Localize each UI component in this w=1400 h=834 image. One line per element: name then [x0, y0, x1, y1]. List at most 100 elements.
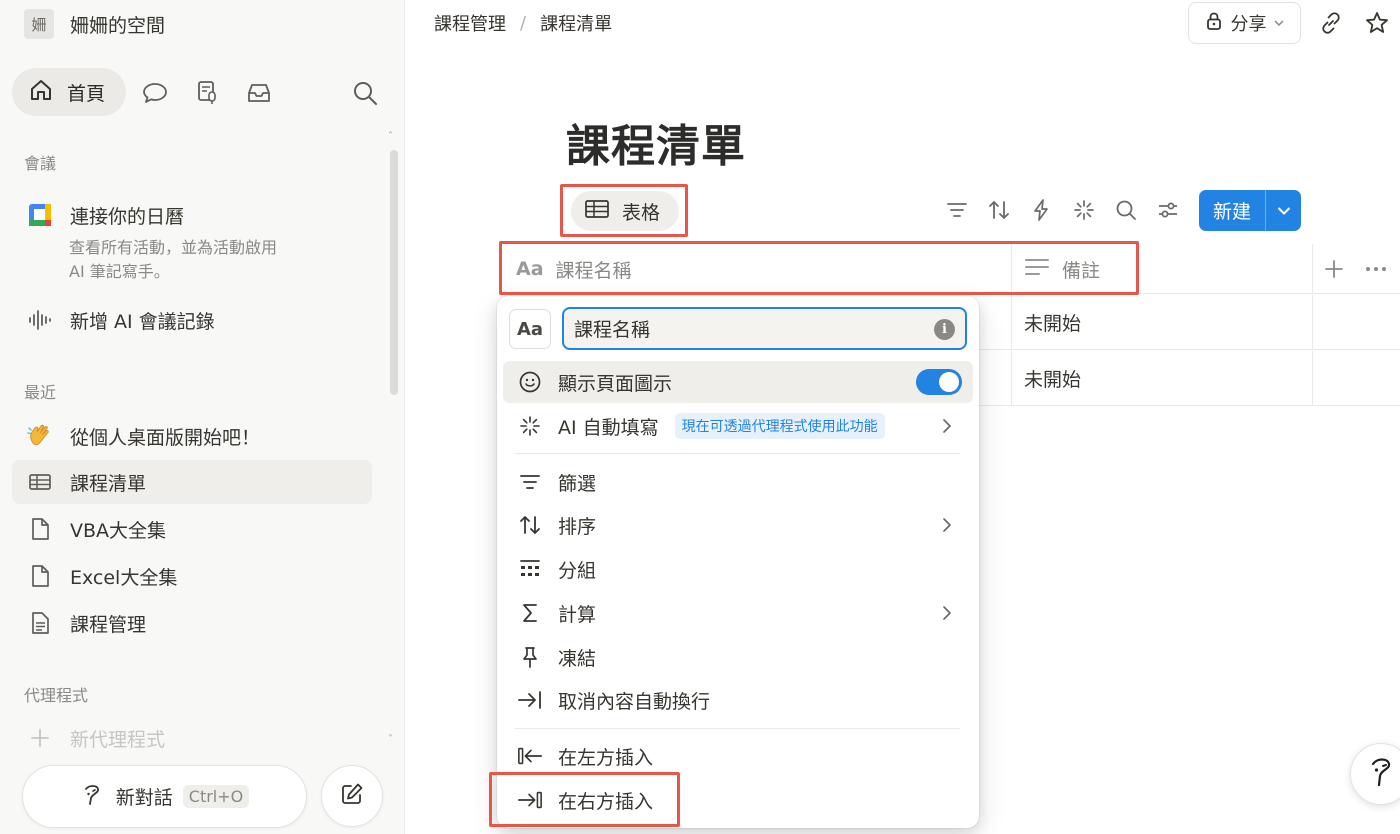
cell-divider: [1312, 295, 1313, 350]
table-row[interactable]: 未開始: [978, 351, 1400, 406]
inbox-icon[interactable]: [244, 78, 274, 108]
meeting-notes-icon[interactable]: [192, 78, 222, 108]
search-icon[interactable]: [1112, 196, 1140, 224]
search-icon[interactable]: [350, 78, 380, 108]
home-button[interactable]: 首頁: [12, 68, 126, 116]
insert-right-item[interactable]: 在右方插入: [503, 779, 973, 821]
recent-item-desktop-guide[interactable]: 從個人桌面版開始吧！: [12, 414, 372, 458]
lock-icon: [1205, 11, 1223, 36]
compose-button[interactable]: [321, 765, 383, 827]
pin-icon: [517, 644, 543, 670]
connect-calendar-label: 連接你的日曆: [70, 205, 185, 228]
section-agents-heading: 代理程式: [24, 686, 89, 705]
column-divider[interactable]: [1312, 244, 1313, 294]
home-icon: [27, 76, 55, 108]
recent-item-vba[interactable]: VBA大全集: [12, 507, 372, 551]
ai-face-icon: [80, 782, 106, 812]
column-label: 備註: [1062, 259, 1101, 282]
star-icon[interactable]: [1362, 8, 1392, 38]
view-tab-table[interactable]: 表格: [571, 191, 679, 231]
automation-bolt-icon[interactable]: [1027, 196, 1055, 224]
recent-item-label: 課程清單: [70, 472, 147, 495]
audio-wave-icon: [26, 306, 54, 334]
new-ai-meeting-label: 新增 AI 會議記錄: [70, 310, 215, 333]
cell-divider: [1312, 351, 1313, 406]
compose-icon: [339, 781, 365, 811]
share-label: 分享: [1230, 14, 1267, 35]
menu-item-label: 顯示頁面圖示: [558, 372, 673, 395]
home-label: 首頁: [67, 82, 106, 105]
workspace-icon: 姍: [24, 9, 54, 39]
recent-item-course-list[interactable]: 課程清單: [12, 460, 372, 504]
info-icon[interactable]: i: [934, 319, 955, 340]
menu-item-label: 凍結: [558, 647, 597, 670]
cell-notes[interactable]: 未開始: [1024, 351, 1081, 406]
new-ai-meeting-item[interactable]: 新增 AI 會議記錄: [12, 298, 372, 342]
sort-icon[interactable]: [985, 196, 1013, 224]
add-column-icon[interactable]: [1323, 244, 1345, 294]
agent-available-badge: 現在可透過代理程式使用此功能: [674, 413, 885, 439]
cell-divider: [1011, 295, 1012, 350]
menu-divider: [515, 728, 960, 729]
unwrap-content-item[interactable]: 取消內容自動換行: [503, 679, 973, 721]
new-record-label: 新建: [1212, 201, 1251, 223]
new-chat-button[interactable]: 新對話 Ctrl+O: [22, 765, 307, 828]
calculate-item[interactable]: 計算: [503, 592, 973, 634]
share-button[interactable]: 分享: [1188, 2, 1301, 44]
table-row[interactable]: 未開始: [978, 295, 1400, 350]
page-title[interactable]: 課程清單: [566, 110, 746, 174]
workspace-switcher[interactable]: 姍 姍姍的空間: [24, 9, 165, 39]
column-header-course-name[interactable]: Aa 課程名稱: [516, 244, 632, 294]
breadcrumb-item[interactable]: 課程管理: [434, 10, 506, 36]
chevron-right-icon: [937, 603, 957, 627]
ai-autofill-item[interactable]: AI 自動填寫 現在可透過代理程式使用此功能: [503, 405, 973, 447]
chevron-right-icon: [937, 515, 957, 539]
recent-item-excel[interactable]: Excel大全集: [12, 554, 372, 598]
insert-right-icon: [517, 787, 543, 813]
new-agent-item[interactable]: 新代理程式: [12, 716, 372, 760]
menu-item-label: 篩選: [558, 472, 597, 495]
breadcrumb-item[interactable]: 課程清單: [540, 10, 612, 36]
ai-sparkle-icon[interactable]: [1070, 196, 1098, 224]
property-name-value: 課程名稱: [574, 319, 651, 341]
more-options-icon[interactable]: [1364, 244, 1388, 294]
connect-calendar-item[interactable]: 連接你的日曆: [12, 193, 372, 237]
wave-hand-icon: [26, 422, 54, 450]
new-record-button[interactable]: 新建: [1199, 190, 1301, 231]
page-icon: [26, 515, 54, 543]
link-icon[interactable]: [1316, 8, 1346, 38]
new-chat-label: 新對話: [115, 787, 173, 809]
top-nav: 首頁: [12, 68, 392, 116]
ai-sparkle-icon: [517, 413, 543, 439]
google-calendar-icon: [26, 201, 54, 229]
settings-sliders-icon[interactable]: [1154, 196, 1182, 224]
show-page-icon-item[interactable]: 顯示頁面圖示: [503, 361, 973, 403]
ai-assistant-button[interactable]: [1350, 743, 1400, 805]
column-header-notes[interactable]: 備註: [1024, 244, 1100, 294]
new-dropdown-chevron-icon[interactable]: [1266, 190, 1301, 231]
scroll-down-icon[interactable]: ˅: [388, 734, 393, 745]
filter-item[interactable]: 篩選: [503, 461, 973, 503]
freeze-item[interactable]: 凍結: [503, 636, 973, 678]
insert-left-item[interactable]: 在左方插入: [503, 735, 973, 777]
filter-icon[interactable]: [943, 196, 971, 224]
table-icon: [26, 468, 54, 496]
arrow-to-bar-icon: [517, 687, 543, 713]
column-divider[interactable]: [1011, 244, 1012, 294]
filter-icon: [517, 469, 543, 495]
breadcrumb: 課程管理 / 課程清單: [434, 10, 612, 36]
cell-notes[interactable]: 未開始: [1024, 295, 1081, 350]
group-item[interactable]: 分組: [503, 548, 973, 590]
table-header: Aa 課程名稱 備註: [500, 244, 1400, 294]
chat-icon[interactable]: [140, 78, 170, 108]
page-icon: [26, 562, 54, 590]
cell-divider: [1011, 351, 1012, 406]
sort-item[interactable]: 排序: [503, 504, 973, 546]
recent-item-course-management[interactable]: 課程管理: [12, 601, 372, 645]
smiley-icon: [517, 369, 543, 395]
scroll-up-icon[interactable]: ˄: [388, 131, 393, 142]
show-icon-toggle[interactable]: [916, 369, 962, 395]
property-name-input[interactable]: 課程名稱 i: [562, 307, 967, 350]
property-type-button[interactable]: Aa: [509, 309, 551, 349]
sidebar-scrollbar[interactable]: [390, 150, 398, 395]
